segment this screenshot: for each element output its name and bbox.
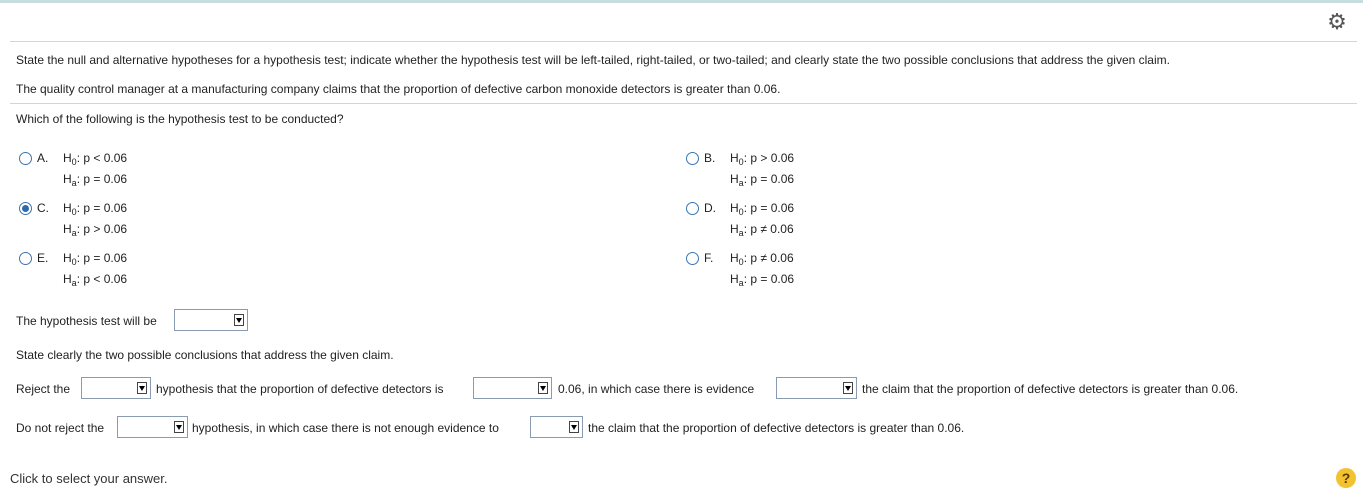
radio-option-d[interactable]	[686, 202, 699, 215]
option-letter: F.	[704, 251, 714, 265]
not-reject-text-3: the claim that the proportion of defecti…	[588, 421, 965, 435]
chevron-down-icon	[843, 382, 853, 394]
radio-option-a[interactable]	[19, 152, 32, 165]
alt-hypothesis: Ha: p = 0.06	[63, 172, 128, 188]
chevron-down-icon	[569, 421, 579, 433]
chevron-down-icon	[234, 314, 244, 326]
not-reject-text-1: Do not reject the	[16, 421, 105, 435]
alt-hypothesis: Ha: p < 0.06	[63, 272, 128, 288]
gear-icon[interactable]: ⚙	[1325, 10, 1349, 34]
reject-text-2: hypothesis that the proportion of defect…	[156, 382, 444, 396]
radio-option-c[interactable]	[19, 202, 32, 215]
top-accent-bar	[0, 0, 1363, 3]
radio-option-e[interactable]	[19, 252, 32, 265]
reject-text-1: Reject the	[16, 382, 71, 396]
tail-type-select[interactable]	[174, 309, 248, 331]
question-text: Which of the following is the hypothesis…	[16, 112, 344, 126]
chevron-down-icon	[137, 382, 147, 394]
tail-prompt: The hypothesis test will be	[16, 314, 157, 328]
footer-hint: Click to select your answer.	[10, 471, 168, 486]
not-reject-evidence-select[interactable]	[530, 416, 583, 438]
option-letter: D.	[704, 201, 716, 215]
null-hypothesis: H0: p = 0.06	[63, 201, 128, 217]
not-reject-text-2: hypothesis, in which case there is not e…	[192, 421, 499, 435]
alt-hypothesis: Ha: p = 0.06	[730, 172, 795, 188]
chevron-down-icon	[538, 382, 548, 394]
option-letter: B.	[704, 151, 716, 165]
chevron-down-icon	[174, 421, 184, 433]
option-letter: C.	[37, 201, 49, 215]
null-hypothesis: H0: p > 0.06	[730, 151, 795, 167]
not-reject-hypothesis-select[interactable]	[117, 416, 188, 438]
radio-option-f[interactable]	[686, 252, 699, 265]
alt-hypothesis: Ha: p > 0.06	[63, 222, 128, 238]
alt-hypothesis: Ha: p ≠ 0.06	[730, 222, 794, 238]
help-icon[interactable]: ?	[1336, 468, 1356, 488]
null-hypothesis: H0: p ≠ 0.06	[730, 251, 794, 267]
reject-hypothesis-select[interactable]	[81, 377, 151, 399]
option-letter: A.	[37, 151, 49, 165]
reject-text-4: the claim that the proportion of defecti…	[862, 382, 1239, 396]
reject-evidence-select[interactable]	[776, 377, 857, 399]
divider	[10, 41, 1357, 42]
divider	[10, 103, 1357, 104]
instructions-text: State the null and alternative hypothese…	[16, 53, 1170, 67]
null-hypothesis: H0: p = 0.06	[730, 201, 795, 217]
radio-option-b[interactable]	[686, 152, 699, 165]
conclusions-prompt: State clearly the two possible conclusio…	[16, 348, 394, 362]
reject-text-3: 0.06, in which case there is evidence	[558, 382, 755, 396]
reject-relation-select[interactable]	[473, 377, 552, 399]
alt-hypothesis: Ha: p = 0.06	[730, 272, 795, 288]
claim-text: The quality control manager at a manufac…	[16, 82, 781, 96]
option-letter: E.	[37, 251, 49, 265]
null-hypothesis: H0: p = 0.06	[63, 251, 128, 267]
null-hypothesis: H0: p < 0.06	[63, 151, 128, 167]
